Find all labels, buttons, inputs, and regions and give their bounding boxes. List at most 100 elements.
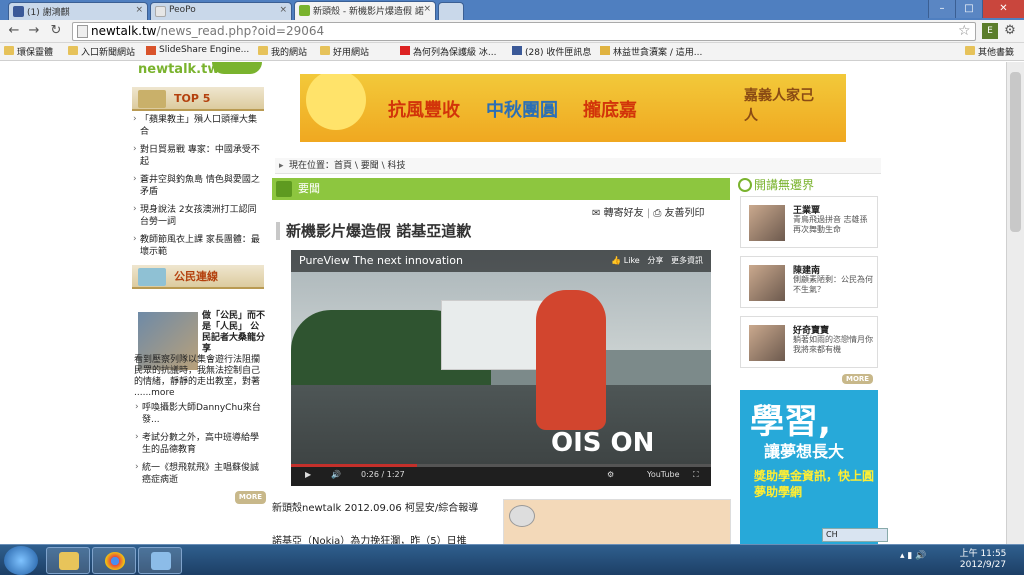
folder-icon [320, 46, 330, 55]
category-bar: 要聞 [272, 178, 730, 200]
url-host: newtalk.tw [91, 24, 157, 38]
video-time: 0:26 / 1:27 [361, 470, 405, 479]
windows-taskbar: ▴ ▮ 🔊 上午 11:55 2012/9/27 [0, 544, 1024, 575]
print-link[interactable]: 友善列印 [665, 208, 705, 219]
reload-icon[interactable]: ↻ [48, 23, 64, 39]
print-icon[interactable]: ⎙ [653, 208, 661, 219]
fullscreen-icon[interactable]: ⛶ [693, 464, 699, 486]
start-button[interactable] [4, 546, 38, 575]
folder-icon [258, 46, 268, 55]
bookmark-item[interactable]: 林益世貪瀆案 / 這用... [600, 45, 702, 58]
video-overlay-text: OIS ON [551, 428, 655, 458]
taskbar-explorer[interactable] [46, 547, 90, 574]
close-tab-icon[interactable]: × [135, 5, 143, 15]
tab-newtalk[interactable]: 新頭殼 - 新機影片爆造假 諾 × [294, 1, 436, 20]
top5-item[interactable]: 現身說法 2女孩澳洲打工認同台勞一詞 [132, 201, 264, 231]
top5-item[interactable]: 「蘋果教主」殞人口頭禪大集合 [132, 111, 264, 141]
address-bar[interactable]: newtalk.tw/news_read.php?oid=29064 [72, 22, 976, 41]
top5-item[interactable]: 對日貿易戰 專家：中國承受不起 [132, 141, 264, 171]
maximize-icon[interactable]: □ [955, 0, 982, 18]
bookmark-item[interactable]: 為何列為保護級 冰... [400, 45, 496, 58]
video-title-bar: PureView The next innovation 👍 Like 分享 更… [291, 250, 711, 272]
columnist-more-button[interactable]: MORE [842, 374, 874, 384]
clock[interactable]: 上午 11:55 2012/9/27 [958, 549, 1008, 571]
bookmark-item[interactable]: 環保靈體 [4, 45, 53, 58]
citizen-headline[interactable]: 做「公民」而不是「人民」 公民記者大桑龍分享 [202, 311, 266, 355]
columnist-card[interactable]: 好奇寶寶 躺著如雨的恣戀情月你我將來都有機 [740, 316, 878, 368]
video-player[interactable]: PureView The next innovation 👍 Like 分享 更… [291, 250, 711, 486]
forward-link[interactable]: 轉寄好友 [604, 208, 644, 219]
youtube-logo[interactable]: YouTube [647, 464, 680, 486]
volume-icon[interactable]: 🔊 [331, 464, 341, 486]
bookmark-item[interactable]: (28) 收件匣訊息 [512, 45, 591, 58]
columnist-desc[interactable]: 側顧素陋剩：公民為何不生氣？ [793, 275, 875, 295]
scrollbar-thumb[interactable] [1010, 72, 1021, 232]
citizen-body[interactable]: 看到壓察列隊以集會遊行法阻攔民眾的抗議時，我無法控制自己的情緒，靜靜的走出教室，… [134, 355, 266, 399]
article-byline: 新頭殼newtalk 2012.09.06 柯昱安/綜合報導 [272, 503, 479, 514]
columnist-desc[interactable]: 躺著如雨的恣戀情月你我將來都有機 [793, 335, 875, 355]
ime-bar[interactable]: CH [822, 528, 888, 542]
mail-icon[interactable]: ✉ [592, 208, 600, 219]
extension-icon[interactable]: E [982, 23, 998, 39]
ad-subheadline: 讓夢想長大 [764, 442, 845, 461]
columnist-card[interactable]: 王業覃 青鳥飛過拼音 志雄孫再次舞動生命 [740, 196, 878, 248]
folder-icon [68, 46, 78, 55]
nissan-ad[interactable] [503, 499, 731, 544]
banner-text-4: 嘉義人家己人 [744, 88, 814, 124]
more-info-button[interactable]: 更多資訊 [671, 256, 703, 265]
top5-item[interactable]: 蒼井空與釣魚島 情色與愛國之矛盾 [132, 171, 264, 201]
avatar [749, 205, 785, 241]
close-tab-icon[interactable]: × [423, 4, 431, 14]
other-bookmarks[interactable]: 其他書籤 [965, 45, 1014, 58]
columnist-desc[interactable]: 青鳥飛過拼音 志雄孫再次舞動生命 [793, 215, 875, 235]
bookmark-item[interactable]: 我的網站 [258, 45, 307, 58]
scholarship-ad[interactable]: 學習, 讓夢想長大 獎助學金資訊，快上圓夢助學網 [740, 390, 878, 544]
video-controls: ▶ 🔊 0:26 / 1:27 ⚙ YouTube ⛶ [291, 464, 711, 486]
tab-peopo[interactable]: PeoPo × [150, 2, 292, 20]
tab-label: 新頭殼 - 新機影片爆造假 諾 [313, 7, 424, 17]
avatar [749, 265, 785, 301]
top5-item[interactable]: 教師節風衣上課 家長團體：最壞示範 [132, 231, 264, 261]
url-path: /news_read.php?oid=29064 [156, 24, 325, 38]
settings-icon[interactable]: ⚙ [607, 464, 614, 486]
ad-headline: 學習, [750, 402, 831, 442]
bookmark-item[interactable]: 好用網站 [320, 45, 369, 58]
like-icon[interactable]: 👍 [611, 256, 621, 265]
bookmark-item[interactable]: SlideShare Engine... [146, 45, 249, 55]
globe-icon [138, 268, 166, 286]
forward-icon[interactable]: → [26, 23, 42, 39]
share-tools: ✉ 轉寄好友 | ⎙ 友善列印 [592, 208, 705, 219]
citizen-item[interactable]: 呼喚攝影大師DannyChu來台發... [134, 399, 266, 429]
share-button[interactable]: 分享 [647, 256, 663, 265]
video-title[interactable]: PureView The next innovation [299, 254, 463, 267]
tab-facebook[interactable]: (1) 謝鴻麒 × [8, 2, 148, 20]
logo-swoosh [212, 62, 262, 74]
close-window-icon[interactable]: ✕ [982, 0, 1024, 18]
category-label: 要聞 [298, 182, 320, 195]
columnist-card[interactable]: 陳建南 側顧素陋剩：公民為何不生氣？ [740, 256, 878, 308]
new-tab-button[interactable] [438, 2, 464, 20]
play-icon[interactable]: ▶ [305, 464, 311, 486]
citizen-item[interactable]: 統一《想飛就飛》主唱蘇俊誠癌症病逝 [134, 459, 266, 489]
back-icon[interactable]: ← [6, 23, 22, 39]
banner-ad[interactable]: 抗風豐收 中秋團圓 攏底嘉 嘉義人家己人 [300, 74, 846, 142]
banner-text-3: 攏底嘉 [583, 100, 637, 121]
citizen-item[interactable]: 考試分數之外，高中班導給學生的品德教育 [134, 429, 266, 459]
wrench-icon[interactable]: ⚙ [1002, 23, 1018, 39]
sun-illustration [306, 74, 366, 130]
bookmarks-bar: 環保靈體 入口新聞網站 SlideShare Engine... 我的網站 好用… [0, 43, 1024, 61]
system-tray[interactable]: ▴ ▮ 🔊 [900, 551, 926, 561]
right-sidebar-title: 開講無遷界 [738, 176, 814, 193]
like-button[interactable]: Like [624, 256, 640, 265]
bookmark-star-icon[interactable]: ☆ [958, 23, 971, 39]
minimize-icon[interactable]: – [928, 0, 955, 18]
page-scrollbar[interactable] [1006, 62, 1024, 544]
taskbar-paint[interactable] [138, 547, 182, 574]
taskbar-chrome[interactable] [92, 547, 136, 574]
close-tab-icon[interactable]: × [279, 5, 287, 15]
site-logo[interactable]: newtalk.tw [138, 62, 219, 77]
avatar [749, 325, 785, 361]
page-icon [77, 25, 88, 38]
bookmark-item[interactable]: 入口新聞網站 [68, 45, 135, 58]
citizen-more-button[interactable]: MORE [234, 491, 266, 504]
